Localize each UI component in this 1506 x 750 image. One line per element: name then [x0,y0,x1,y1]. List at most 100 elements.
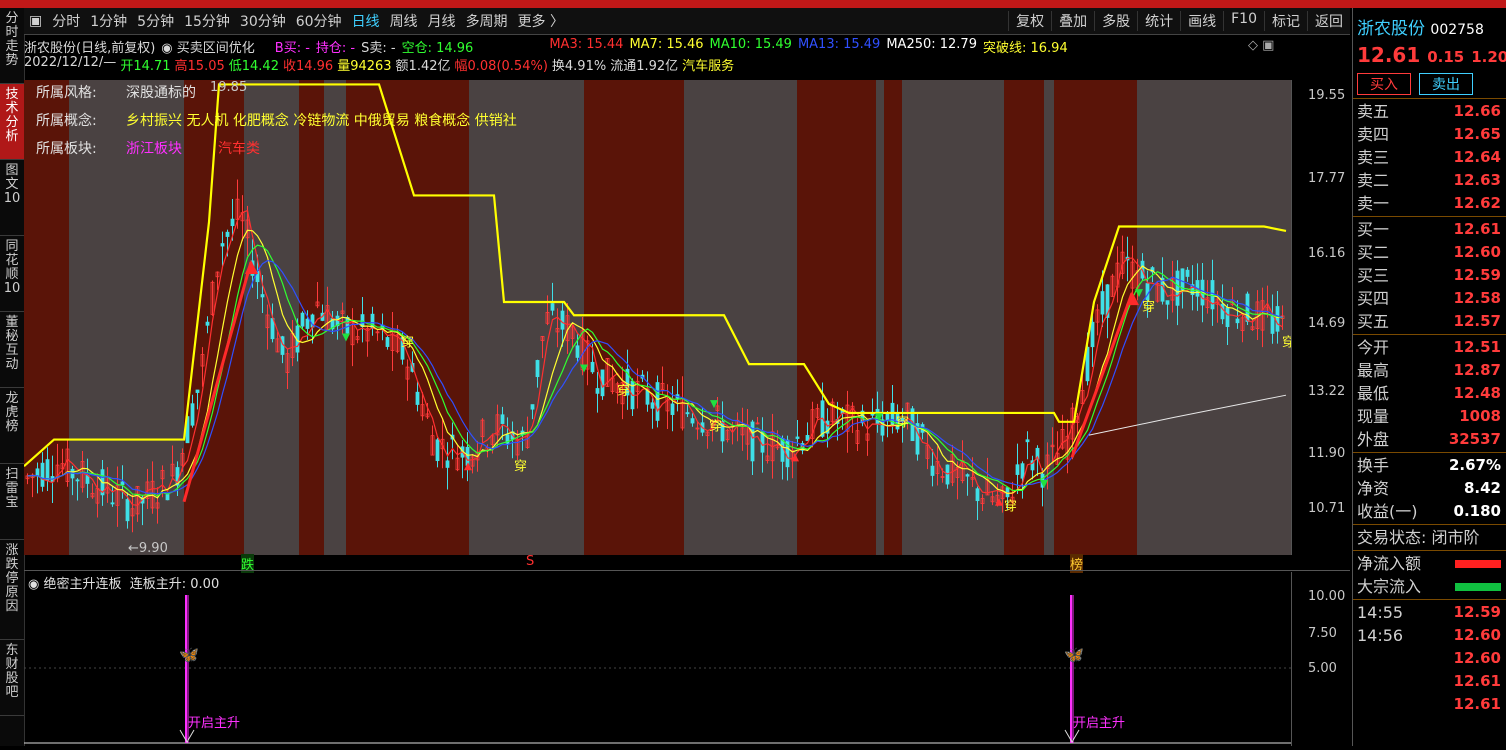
collapse-icon[interactable]: ◇ ▣ [1248,38,1274,53]
stats-row: 最高 12.87 [1357,361,1501,380]
stock-info-overlay: 所属风格: 深股通标的 所属概念: 乡村振兴 无人机 化肥概念 冷链物流 中俄贸… [24,80,584,157]
candle-body [1225,307,1230,327]
sidebar-item-6[interactable]: 扫雷宝 [0,464,24,540]
period-toolbar: ▣ 分时 1分钟 5分钟 15分钟 30分钟 60分钟 日线 周线 月线 多周期 更多 〉 复权 叠加… [24,8,1350,35]
candle-body [1220,303,1225,320]
flow-row: 大宗流入 [1353,575,1506,598]
quote-float: 流通1.92亿 [610,59,679,74]
candle-body [1100,291,1105,315]
ticks-row: 14:55 12.59 [1357,603,1501,622]
tool-button-7[interactable]: 返回 [1307,11,1350,31]
menu-square-icon[interactable]: ▣ [24,13,47,29]
stats-row: 现量 1008 [1357,407,1501,426]
asks-row: 卖四 12.65 [1357,125,1501,144]
asks-row: 卖一 12.62 [1357,194,1501,213]
breakout-value: 突破线: 16.94 [982,41,1068,56]
svg-text:🦋: 🦋 [179,645,199,664]
candle-body [205,321,210,326]
tool-button-1[interactable]: 叠加 [1051,11,1094,31]
pierce-marker: 穿 [1142,299,1155,315]
quote-high: 高15.05 [174,59,225,74]
tool-button-2[interactable]: 多股 [1094,11,1137,31]
period-tab-3[interactable]: 15分钟 [179,11,235,31]
candle-body [260,294,265,298]
sidebar-item-0[interactable]: 分时走势 [0,8,24,84]
quote-volume: 量94263 [337,59,392,74]
chart-title: 浙农股份(日线,前复权) [24,41,156,56]
zone-band [884,80,902,555]
candle-body [120,481,125,485]
sidebar-item-8[interactable]: 东财股吧 [0,640,24,716]
ticks-row: 12.61 [1453,672,1501,690]
ma7-value: MA7: 15.46 [629,37,704,52]
stock-title: 浙农股份 002758 [1357,19,1484,39]
ma3-value: MA3: 15.44 [549,37,624,52]
tool-button-5[interactable]: F10 [1223,11,1264,31]
ma10-value: MA10: 15.49 [709,37,792,52]
ticks-row: 14:56 12.60 [1357,626,1501,645]
trade-status: 交易状态: 闭市阶 [1357,528,1480,547]
period-tab-5[interactable]: 60分钟 [291,11,347,31]
indicator-name[interactable]: ◉ 买卖区间优化 [161,37,255,56]
sidebar-item-7[interactable]: 涨跌停原因 [0,540,24,640]
period-tab-2[interactable]: 5分钟 [132,11,179,31]
candle-body [40,462,45,487]
tool-button-4[interactable]: 画线 [1180,11,1223,31]
ticks-row: 12.60 [1453,649,1501,667]
candle-body [230,218,235,227]
candle-body [1175,270,1180,306]
period-tab-4[interactable]: 30分钟 [235,11,291,31]
candle-body [1025,439,1030,443]
period-tab-1[interactable]: 1分钟 [85,11,132,31]
bids-row: 买三 12.59 [1357,266,1501,285]
s-sell-value: S卖: - [361,41,396,56]
candle-body [530,404,535,410]
sidebar-item-2[interactable]: 图文10 [0,160,24,236]
candle-body [805,435,810,441]
candle-body [465,446,470,466]
candle-body [690,418,695,424]
quote-amount: 额1.42亿 [395,59,451,74]
period-tab-9[interactable]: 多周期 [461,11,513,31]
period-tab-8[interactable]: 月线 [423,11,461,31]
concept-value: 乡村振兴 无人机 化肥概念 冷链物流 中俄贸易 粮食概念 供销社 [126,113,517,129]
sidebar-item-3[interactable]: 同花顺10 [0,236,24,312]
hold-value: 持仓: - [315,41,356,56]
sell-button[interactable]: 卖出 [1419,73,1473,95]
ind-axis-5: 5.00 [1308,661,1337,676]
sidebar-item-4[interactable]: 董秘互动 [0,312,24,388]
price-axis-label: 16.16 [1308,246,1346,261]
quote-turnover: 换4.91% [551,59,607,74]
style-value: 深股通标的 [126,85,196,101]
sidebar-item-5[interactable]: 龙虎榜 [0,388,24,464]
stats-row: 最低 12.48 [1357,384,1501,403]
bids-row: 买一 12.61 [1357,220,1501,239]
candle-body [595,388,600,394]
buy-button[interactable]: 买入 [1357,73,1411,95]
sidebar-item-1[interactable]: 技术分析 [0,84,24,160]
tool-button-0[interactable]: 复权 [1008,11,1051,31]
signal-label-2: 开启主升 [1073,716,1126,731]
candle-body [1165,300,1170,305]
high-price-mark: 19.85 [210,80,248,95]
period-tab-10[interactable]: 更多 〉 [513,11,569,31]
zone-band [684,80,797,555]
candle-body [220,243,225,247]
candle-body [930,465,935,476]
flow-list: 净流入额 大宗流入 [1353,552,1506,598]
style-label: 所属风格: [36,85,97,101]
tool-button-6[interactable]: 标记 [1264,11,1307,31]
period-tab-0[interactable]: 分时 [47,11,85,31]
candle-body [1185,269,1190,277]
price-axis-label: 13.22 [1308,384,1346,399]
period-tab-6[interactable]: 日线 [347,11,385,31]
tool-button-3[interactable]: 统计 [1137,11,1180,31]
period-tab-7[interactable]: 周线 [385,11,423,31]
bids-row: 买五 12.57 [1357,312,1501,331]
candle-body [190,403,195,426]
candle-body [305,318,310,329]
bottom-mark-2[interactable]: S [526,554,534,569]
candle-body [110,502,115,505]
candle-body [975,488,980,502]
stats-row: 外盘 32537 [1357,430,1501,449]
